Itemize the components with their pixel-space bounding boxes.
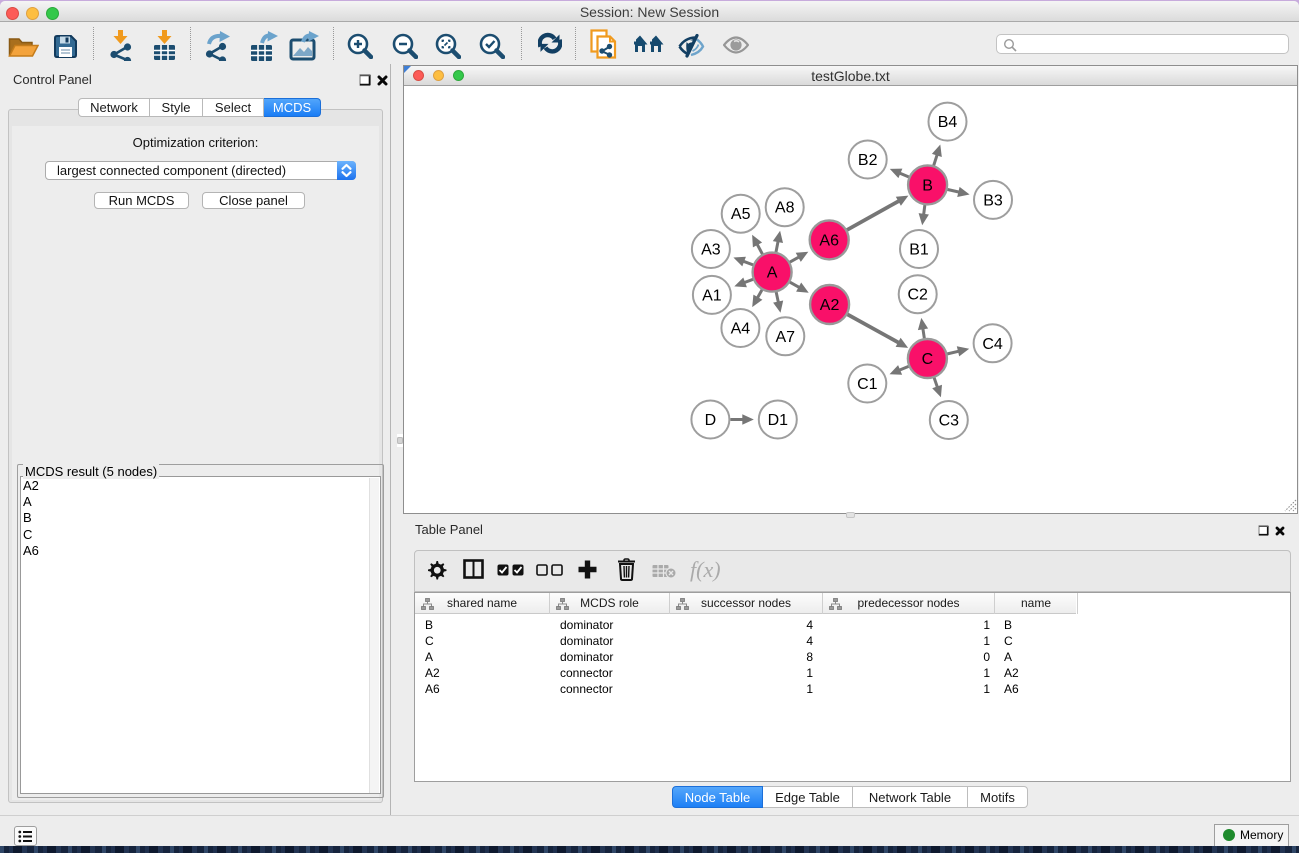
svg-text:A7: A7 [776, 329, 796, 346]
svg-text:B: B [922, 177, 933, 194]
svg-text:B1: B1 [909, 242, 929, 259]
svg-text:C: C [922, 351, 934, 368]
svg-text:A1: A1 [702, 287, 722, 304]
svg-text:C3: C3 [939, 413, 960, 430]
svg-text:B3: B3 [983, 192, 1003, 209]
svg-text:B4: B4 [938, 114, 958, 131]
svg-text:C4: C4 [982, 336, 1003, 353]
svg-text:A4: A4 [731, 321, 751, 338]
svg-text:C1: C1 [857, 376, 878, 393]
svg-text:C2: C2 [907, 287, 928, 304]
svg-text:A2: A2 [820, 297, 840, 314]
svg-text:A8: A8 [775, 200, 795, 217]
svg-text:A6: A6 [819, 232, 839, 249]
svg-text:A: A [767, 265, 778, 282]
svg-text:B2: B2 [858, 152, 878, 169]
svg-text:D: D [705, 412, 717, 429]
svg-text:D1: D1 [768, 412, 789, 429]
svg-text:A5: A5 [731, 206, 751, 223]
svg-text:A3: A3 [701, 242, 721, 259]
